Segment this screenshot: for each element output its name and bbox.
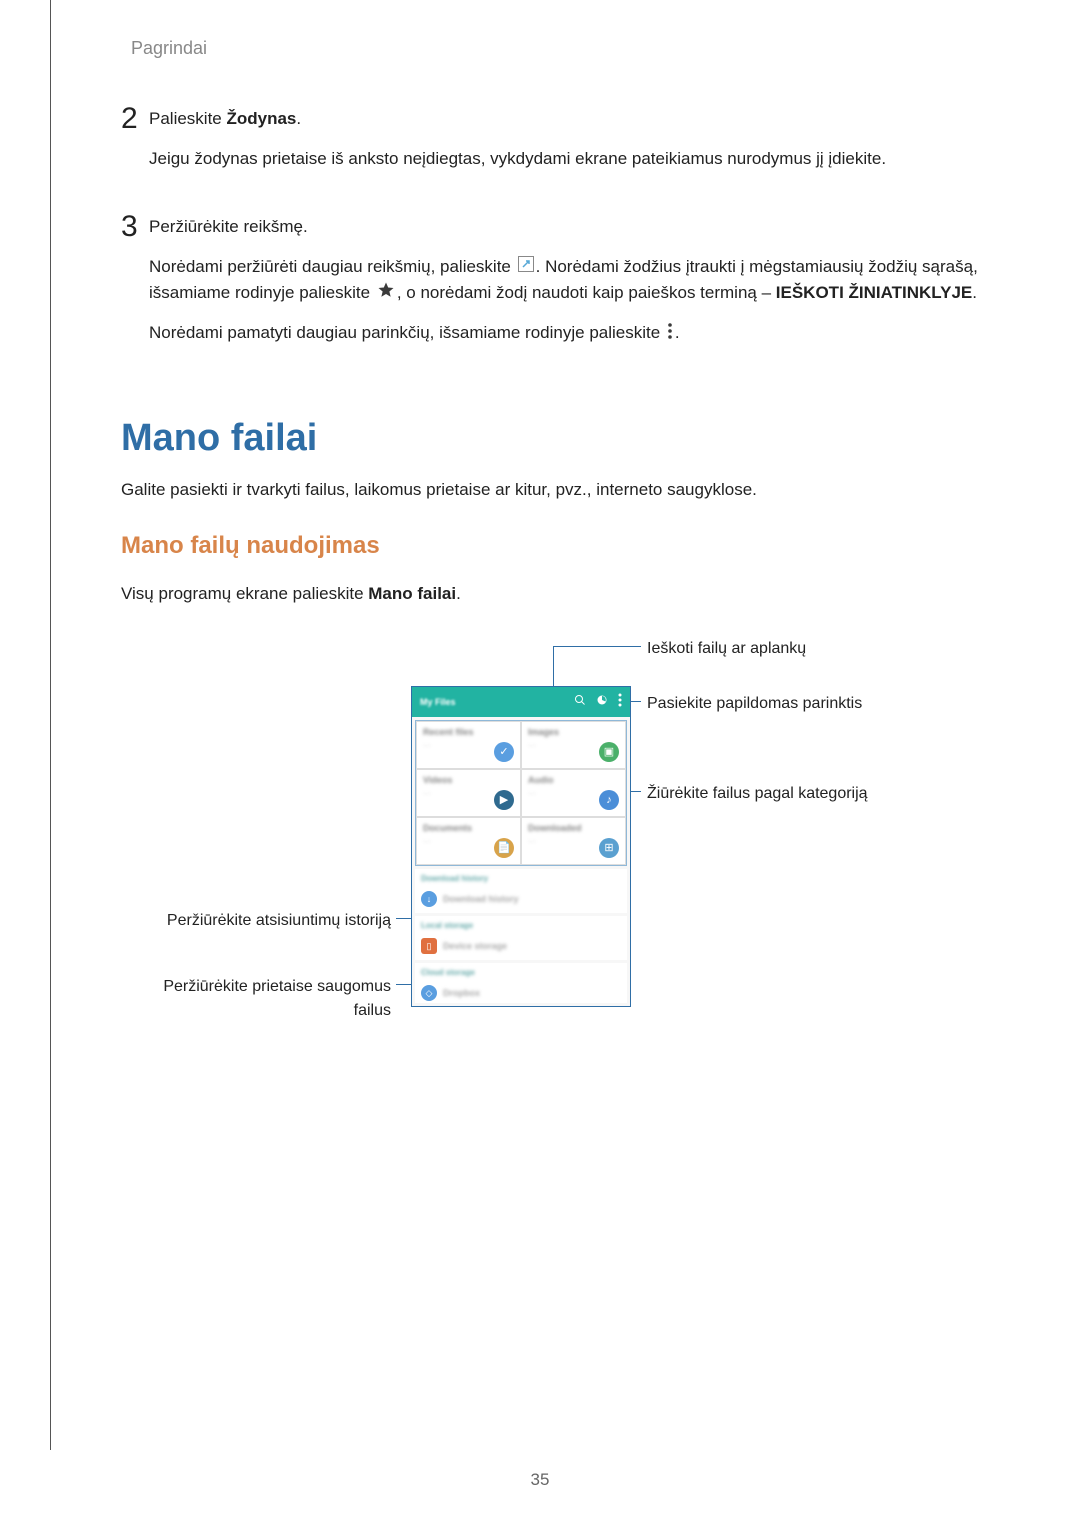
dropbox-row[interactable]: ◇ Dropbox xyxy=(421,983,621,1003)
step3-line2: Norėdami peržiūrėti daugiau reikšmių, pa… xyxy=(149,254,1010,307)
screenshot: My Files Recent files··· ✓ Images··· ▣ V… xyxy=(411,686,631,1007)
storage-icon[interactable] xyxy=(596,693,608,711)
step3-line1: Peržiūrėkite reikšmę. xyxy=(149,214,1010,240)
device-icon: ▯ xyxy=(421,938,437,954)
more-icon[interactable] xyxy=(618,693,622,712)
apps-icon: ⊞ xyxy=(599,838,619,858)
step-2: 2 Palieskite Žodynas. Jeigu žodynas prie… xyxy=(121,102,1010,185)
tile-documents[interactable]: Documents··· 📄 xyxy=(416,817,521,865)
document-icon: 📄 xyxy=(494,838,514,858)
callout-downloads: Peržiūrėkite atsisiuntimų istoriją xyxy=(151,909,391,933)
subsection-title: Mano failų naudojimas xyxy=(121,528,1010,564)
dropbox-icon: ◇ xyxy=(421,985,437,1001)
step2-line1: Palieskite Žodynas. xyxy=(149,106,1010,132)
audio-icon: ♪ xyxy=(599,790,619,810)
category-grid: Recent files··· ✓ Images··· ▣ Videos··· … xyxy=(415,720,627,866)
tile-images[interactable]: Images··· ▣ xyxy=(521,721,626,769)
video-icon: ▶ xyxy=(494,790,514,810)
section-intro: Galite pasiekti ir tvarkyti failus, laik… xyxy=(121,477,1010,503)
download-history-section: Download history ↓ Download history xyxy=(415,869,627,913)
step-3: 3 Peržiūrėkite reikšmę. Norėdami peržiūr… xyxy=(121,210,1010,360)
tile-videos[interactable]: Videos··· ▶ xyxy=(416,769,521,817)
cloud-storage-section: Cloud storage ◇ Dropbox xyxy=(415,963,627,1003)
download-history-row[interactable]: ↓ Download history xyxy=(421,889,621,909)
local-storage-section: Local storage ▯ Device storage xyxy=(415,916,627,960)
screenshot-diagram: Ieškoti failų ar aplankų Pasiekite papil… xyxy=(121,636,1010,1066)
expand-icon xyxy=(518,254,534,280)
subsection-intro: Visų programų ekrane palieskite Mano fai… xyxy=(121,581,1010,607)
screenshot-header: My Files xyxy=(412,687,630,717)
tile-downloaded[interactable]: Downloaded··· ⊞ xyxy=(521,817,626,865)
star-icon xyxy=(377,281,395,307)
step2-line2: Jeigu žodynas prietaise iš anksto neįdie… xyxy=(149,146,1010,172)
search-icon[interactable] xyxy=(574,693,586,711)
step-number: 3 xyxy=(121,210,149,360)
callout-more: Pasiekite papildomas parinktis xyxy=(647,692,862,716)
tile-audio[interactable]: Audio··· ♪ xyxy=(521,769,626,817)
download-icon: ↓ xyxy=(421,891,437,907)
page-header: Pagrindai xyxy=(131,35,1010,62)
device-storage-row[interactable]: ▯ Device storage xyxy=(421,936,621,956)
callout-search: Ieškoti failų ar aplankų xyxy=(647,637,806,661)
callout-category: Žiūrėkite failus pagal kategoriją xyxy=(647,782,868,806)
section-title: Mano failai xyxy=(121,410,1010,467)
tile-recent[interactable]: Recent files··· ✓ xyxy=(416,721,521,769)
clock-icon: ✓ xyxy=(494,742,514,762)
step3-line3: Norėdami pamatyti daugiau parinkčių, išs… xyxy=(149,320,1010,346)
more-vertical-icon xyxy=(667,321,673,347)
image-icon: ▣ xyxy=(599,742,619,762)
step-number: 2 xyxy=(121,102,149,185)
callout-device: Peržiūrėkite prietaise saugomus failus xyxy=(131,975,391,1023)
page-number: 35 xyxy=(0,1467,1080,1493)
screenshot-title: My Files xyxy=(420,696,564,710)
